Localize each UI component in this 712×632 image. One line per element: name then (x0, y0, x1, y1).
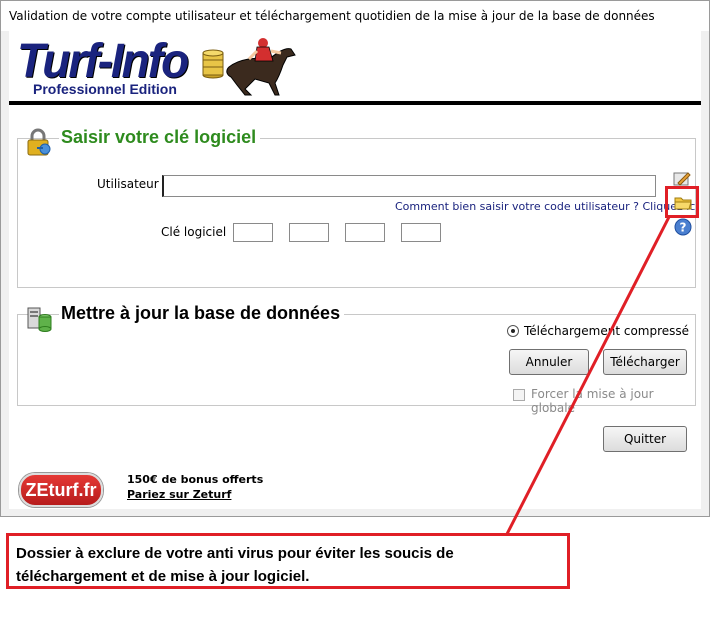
quit-button[interactable]: Quitter (603, 426, 687, 452)
folder-highlight-box (665, 186, 699, 218)
key-part-2[interactable] (289, 223, 329, 242)
title-bar: Validation de votre compte utilisateur e… (1, 1, 709, 31)
user-help-link[interactable]: Comment bien saisir votre code utilisate… (395, 200, 698, 213)
key-part-4[interactable] (401, 223, 441, 242)
help-icon[interactable]: ? (673, 217, 693, 237)
lock-icon (27, 128, 51, 156)
logo-edition: Professionnel Edition (33, 81, 177, 97)
force-update-label: Forcer la mise à jour globale (531, 387, 654, 415)
jockey-horse-icon (226, 38, 296, 96)
promo-bonus-text: 150€ de bonus offerts (127, 473, 264, 486)
cancel-button[interactable]: Annuler (509, 349, 589, 375)
logo-title: Turf-Info (17, 32, 189, 88)
svg-text:?: ? (680, 221, 687, 235)
force-update-checkbox[interactable] (513, 389, 525, 401)
key-part-1[interactable] (233, 223, 273, 242)
key-part-3[interactable] (345, 223, 385, 242)
download-button[interactable]: Télécharger (603, 349, 687, 375)
promo-link[interactable]: Pariez sur Zeturf (127, 488, 231, 501)
key-section-title: Saisir votre clé logiciel (59, 127, 261, 148)
user-label: Utilisateur (97, 177, 159, 191)
compressed-download-label: Téléchargement compressé (524, 324, 690, 338)
database-icon (27, 307, 52, 332)
key-label: Clé logiciel (161, 225, 227, 239)
app-window: Validation de votre compte utilisateur e… (0, 0, 710, 517)
update-section-title: Mettre à jour la base de données (59, 303, 345, 324)
compressed-download-radio[interactable] (507, 325, 519, 337)
client-area: Turf-Info Professionnel Edition Saisir v… (9, 31, 701, 509)
user-input[interactable] (162, 175, 656, 197)
window-title: Validation de votre compte utilisateur e… (9, 9, 655, 23)
logo-banner: Turf-Info Professionnel Edition (9, 31, 701, 105)
key-section (17, 138, 696, 288)
annotation-text: Dossier à exclure de votre anti virus po… (16, 545, 454, 585)
zeturf-logo[interactable]: ZEturf.fr (19, 473, 103, 507)
